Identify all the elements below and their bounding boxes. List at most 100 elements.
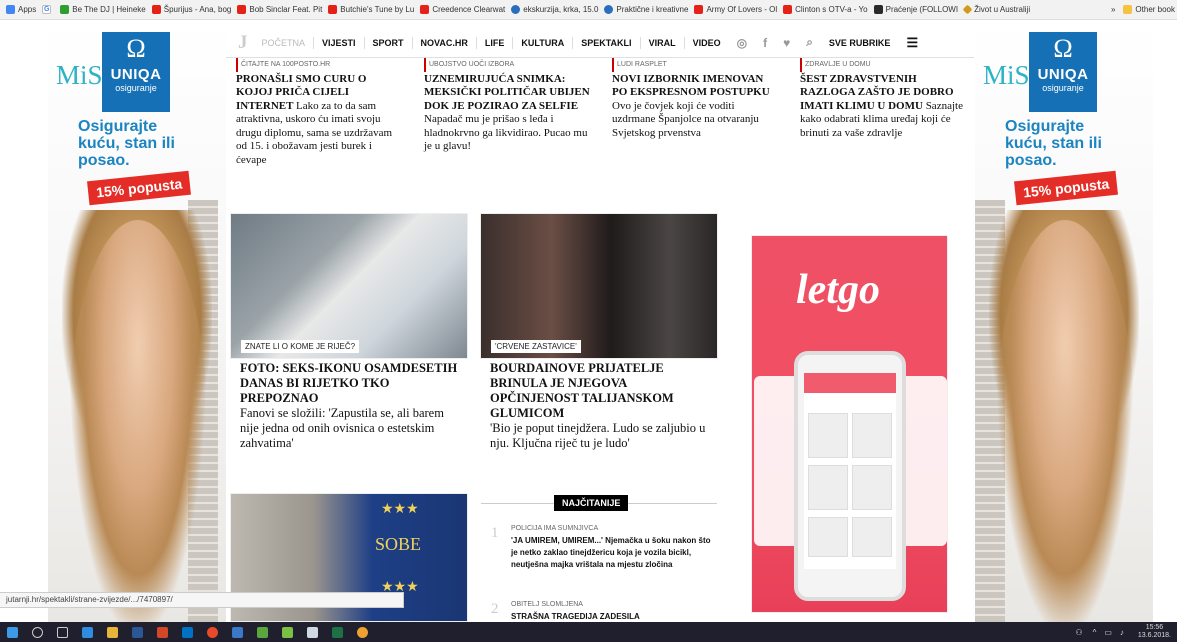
bookmark-item[interactable]: Army Of Lovers - Ol [694, 5, 777, 14]
feature-headline[interactable]: FOTO: SEKS-IKONU OSAMDESETIH DANAS BI RI… [240, 361, 460, 406]
bookmark-item[interactable]: Creedence Clearwat [420, 5, 505, 14]
instagram-icon[interactable]: ◎ [737, 36, 747, 50]
bookmarks-more-button[interactable]: » [1111, 5, 1115, 14]
excel-icon[interactable] [332, 626, 343, 638]
top-article-2[interactable]: UBOJSTVO UOČI IZBORA UZNEMIRUJUĆA SNIMKA… [424, 58, 592, 154]
windows-start-icon[interactable] [7, 626, 18, 638]
article-headline[interactable]: UZNEMIRUJUĆA SNIMKA: MEKSIČKI POLITIČAR … [424, 73, 590, 112]
app-icon[interactable] [282, 626, 293, 638]
twitter-icon[interactable]: ♥ [783, 36, 790, 50]
most-read-number: 2 [491, 601, 499, 617]
nav-item-pocetna[interactable]: POČETNA [262, 38, 306, 48]
feature-image-1[interactable]: ZNATE LI O KOME JE RIJEČ? [230, 213, 468, 359]
feature-label: ZNATE LI O KOME JE RIJEČ? [241, 340, 360, 353]
google-icon: G [42, 5, 52, 14]
network-icon[interactable]: ▭ [1104, 628, 1112, 637]
most-read-category: OBITELJ SLOMLJENA [511, 601, 583, 608]
bookmark-item[interactable]: ekskurzija, krka, 15.0 [511, 5, 598, 14]
file-explorer-icon[interactable] [107, 626, 118, 638]
bookmark-item[interactable]: Clinton s OTV-a - Yo [783, 5, 868, 14]
nav-item-novac[interactable]: NOVAC.HR [421, 38, 468, 48]
nav-item-vijesti[interactable]: VIJESTI [322, 38, 356, 48]
nav-divider [683, 36, 685, 49]
task-view-icon[interactable] [57, 626, 68, 638]
bookmark-label: ekskurzija, krka, 15.0 [523, 5, 599, 14]
feature-teaser: Fanovi se složili: 'Zapustila se, ali ba… [240, 406, 444, 450]
search-icon[interactable] [32, 626, 43, 638]
left-side-ad[interactable]: MiSli Ω UNIQA osiguranje Osigurajte kuću… [48, 20, 226, 622]
sobe-sign: SOBE [375, 534, 422, 554]
feature-article-2[interactable]: BOURDAINOVE PRIJATELJE BRINULA JE NJEGOV… [490, 361, 710, 451]
app-icon[interactable] [307, 626, 318, 638]
nav-item-kultura[interactable]: KULTURA [521, 38, 564, 48]
bookmarks-bar: Apps G Be The DJ | Heineke Špurijus - Ana, … [0, 0, 1177, 20]
search-icon[interactable]: ⌕ [806, 35, 813, 50]
nav-item-life[interactable]: LIFE [485, 38, 505, 48]
nav-item-video[interactable]: VIDEO [693, 38, 721, 48]
nav-divider [313, 36, 315, 49]
chevron-up-icon[interactable]: ^ [1093, 628, 1097, 637]
bookmarks-overflow: » Other book [1103, 5, 1177, 14]
star-icon: ★★★ [381, 500, 419, 516]
feature-article-1[interactable]: FOTO: SEKS-IKONU OSAMDESETIH DANAS BI RI… [240, 361, 460, 451]
powerpoint-icon[interactable] [157, 626, 168, 638]
bookmark-item[interactable]: Život u Australiji [962, 4, 1031, 15]
letgo-ad[interactable]: letgo [751, 235, 948, 613]
uniqa-name: UNIQA [1037, 66, 1089, 83]
most-read-category: POLICIJA IMA SUMNJIVCA [511, 525, 599, 532]
most-read-text[interactable]: 'JA UMIREM, UMIREM...' Njemačka u šoku n… [511, 535, 716, 571]
feature-image-2[interactable]: 'CRVENE ZASTAVICE' [480, 213, 718, 359]
most-read-item-1[interactable]: 1 POLICIJA IMA SUMNJIVCA 'JA UMIREM, UMI… [481, 525, 717, 590]
most-read-item-2[interactable]: 2 OBITELJ SLOMLJENA STRAŠNA TRAGEDIJA ZA… [481, 601, 717, 622]
bookmark-label: Praćenje (FOLLOWI [885, 5, 959, 14]
folder-icon [1123, 5, 1133, 14]
ad-slogan: Osigurajte kuću, stan ili posao. [78, 118, 175, 169]
uniqa-sub: osiguranje [115, 83, 157, 93]
ad-woman-image [68, 220, 208, 622]
bookmark-item[interactable]: Špurijus - Ana, bog [151, 5, 231, 14]
article-kicker: ZDRAVLJE U DOMU [800, 58, 968, 72]
nav-item-sport[interactable]: SPORT [373, 38, 404, 48]
youtube-icon [237, 5, 247, 14]
article-headline[interactable]: NOVI IZBORNIK IMENOVAN PO EKSPRESNOM POS… [612, 73, 770, 99]
bookmark-item[interactable]: G [42, 5, 54, 14]
bookmark-item[interactable]: Bob Sinclar Feat. Pit [237, 5, 322, 14]
youtube-icon [151, 5, 161, 14]
right-side-ad[interactable]: MiSli Ω UNIQA osiguranje Osigurajte kuću… [975, 20, 1153, 622]
product-tile [808, 465, 848, 510]
bookmark-item[interactable]: Praktične i kreativne [604, 5, 688, 14]
most-read-title: NAJČITANIJE [554, 495, 629, 511]
firefox-icon[interactable] [357, 626, 368, 638]
feature-headline[interactable]: BOURDAINOVE PRIJATELJE BRINULA JE NJEGOV… [490, 361, 710, 421]
phone-screen [804, 373, 896, 569]
bookmark-item[interactable]: Praćenje (FOLLOWI [873, 5, 959, 14]
people-icon[interactable]: ⚇ [1075, 628, 1082, 637]
product-tile [808, 517, 848, 557]
volume-icon[interactable]: ♪ [1120, 628, 1124, 637]
youtube-icon [328, 5, 338, 14]
most-read-text[interactable]: STRAŠNA TRAGEDIJA ZADESILA [511, 611, 716, 622]
app-icon[interactable] [232, 626, 243, 638]
nav-item-spektakli[interactable]: SPEKTAKLI [581, 38, 631, 48]
bookmark-item[interactable]: Apps [6, 5, 36, 14]
site-logo[interactable]: J [238, 32, 248, 54]
bookmark-item[interactable]: Be The DJ | Heineke [60, 5, 146, 14]
clock-time: 15:56 [1145, 624, 1164, 631]
app-icon[interactable] [257, 626, 268, 638]
top-article-3[interactable]: LUDI RASPLET NOVI IZBORNIK IMENOVAN PO E… [612, 58, 780, 140]
bookmark-item[interactable]: Butchie's Tune by Lu [328, 5, 414, 14]
all-sections-link[interactable]: SVE RUBRIKE [829, 38, 891, 48]
menu-icon[interactable]: ☰ [906, 35, 918, 51]
nav-item-viral[interactable]: VIRAL [649, 38, 676, 48]
outlook-icon[interactable] [182, 626, 193, 638]
chrome-icon[interactable] [207, 626, 218, 638]
ad-slogan: Osigurajte kuću, stan ili posao. [1005, 118, 1102, 169]
top-article-1[interactable]: ČITAJTE NA 100POSTO.HR PRONAŠLI SMO CURU… [236, 58, 404, 167]
other-bookmarks[interactable]: Other book [1135, 5, 1175, 14]
facebook-icon[interactable]: f [763, 36, 767, 50]
top-article-4[interactable]: ZDRAVLJE U DOMU ŠEST ZDRAVSTVENIH RAZLOG… [800, 58, 968, 140]
edge-icon[interactable] [82, 626, 93, 638]
bookmark-label: Život u Australiji [974, 5, 1031, 14]
word-icon[interactable] [132, 626, 143, 638]
clock[interactable]: 15:56 13.6.2018. [1138, 624, 1171, 640]
